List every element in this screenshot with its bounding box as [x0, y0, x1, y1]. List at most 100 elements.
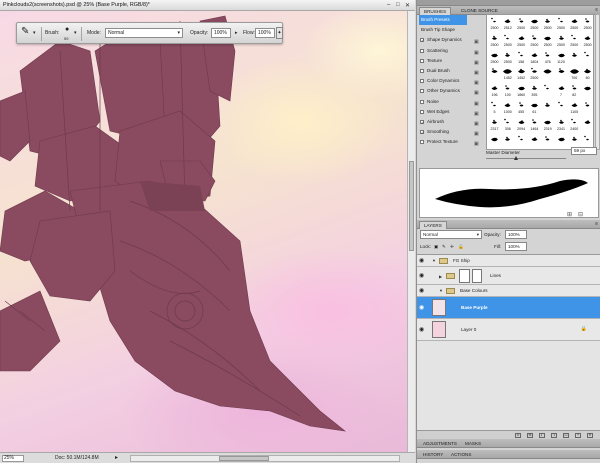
brush-option-item[interactable]: Wet Edges ▣ [419, 107, 481, 117]
brush-preset[interactable] [488, 134, 501, 149]
new-layer-icon[interactable]: + [575, 433, 581, 438]
brush-preset[interactable] [528, 134, 541, 149]
document-title-bar[interactable]: Pinkclouds2(screenshots).psd @ 25% (Base… [0, 0, 415, 11]
mode-select[interactable]: Normal ▾ [105, 28, 183, 38]
brush-preset[interactable]: 2500 [568, 33, 581, 49]
brush-preset[interactable]: 2500 [488, 33, 501, 49]
brush-preset[interactable] [581, 117, 593, 133]
brush-preset[interactable]: 2094 [515, 117, 528, 133]
panel-menu-icon[interactable]: ≡ [595, 7, 598, 13]
new-group-icon[interactable]: ▭ [563, 433, 569, 438]
fill-field[interactable]: 100% [505, 242, 527, 251]
tool-preset-dropdown-icon[interactable]: ▾ [33, 30, 36, 36]
brush-picker-icon[interactable]: ▾ [74, 30, 77, 36]
new-brush-icon[interactable]: ⊞ [567, 212, 572, 218]
brush-preset[interactable]: 1804 [528, 50, 541, 66]
brush-option-item[interactable]: ✓ Shape Dynamics ▣ [419, 35, 481, 45]
lock-icon[interactable]: ▣ [474, 88, 479, 96]
zoom-field[interactable]: 25% [2, 455, 24, 462]
layers-menu-icon[interactable]: ≡ [595, 221, 598, 227]
expand-triangle-icon[interactable]: ▶ [439, 274, 442, 279]
brush-option-item[interactable]: ✓ Smoothing ▣ [419, 127, 481, 137]
checkbox-checked-icon[interactable]: ✓ [420, 119, 424, 124]
brush-preset[interactable]: 1000 [501, 100, 514, 116]
lock-icon[interactable]: ▣ [474, 139, 479, 147]
brush-preset[interactable] [581, 100, 593, 116]
layer-row-base-colours[interactable]: ◉ ▼ Base Colours [417, 285, 600, 297]
lock-image-icon[interactable]: ✎ [442, 242, 446, 251]
brush-preset[interactable]: 2500 [528, 16, 541, 32]
link-layers-icon[interactable]: ∞ [515, 433, 521, 438]
brush-presets-button[interactable]: Brush Presets [419, 15, 467, 26]
brush-preset[interactable]: 2317 [488, 117, 501, 133]
brush-preset[interactable] [541, 66, 554, 82]
brush-preset[interactable]: 60 [581, 66, 593, 82]
layer-style-icon[interactable]: fx [527, 433, 533, 438]
visibility-eye-icon[interactable]: ◉ [419, 273, 427, 279]
brush-preset[interactable]: 1860 [515, 83, 528, 99]
brush-preset[interactable] [555, 100, 568, 116]
tab-brushes[interactable]: BRUSHES [419, 7, 452, 15]
minimize-button[interactable]: – [387, 2, 390, 8]
brush-preset[interactable]: 2500 [488, 16, 501, 32]
brush-preset[interactable]: 395 [528, 83, 541, 99]
lock-icon[interactable]: ▣ [474, 37, 479, 45]
brush-preset[interactable] [555, 134, 568, 149]
adjustment-layer-icon[interactable]: ◑ [551, 433, 557, 438]
brush-preset[interactable]: 2500 [528, 33, 541, 49]
brush-option-item[interactable]: Scattering ▣ [419, 46, 481, 56]
brush-preset[interactable]: 100 [501, 83, 514, 99]
brush-option-item[interactable]: Dual Brush ▣ [419, 66, 481, 76]
maximize-button[interactable]: □ [396, 2, 400, 8]
brush-preset[interactable]: 2500 [581, 33, 593, 49]
brush-preset[interactable] [581, 83, 593, 99]
brush-preset[interactable]: 306 [501, 117, 514, 133]
visibility-eye-icon[interactable]: ◉ [419, 258, 427, 264]
airbrush-toggle-icon[interactable]: ✦ [276, 27, 283, 39]
tab-masks[interactable]: MASKS [461, 440, 485, 448]
layer-row-base-purple[interactable]: ◉ Base Purple [417, 297, 600, 319]
brush-option-item[interactable]: Color Dynamics ▣ [419, 76, 481, 86]
brush-tip-shape-item[interactable]: Brush Tip Shape [419, 25, 481, 35]
checkbox-checked-icon[interactable]: ✓ [420, 130, 424, 135]
brush-preset[interactable]: 2500 [488, 50, 501, 66]
expand-triangle-icon[interactable]: ▼ [432, 258, 436, 263]
opacity-arrow-icon[interactable]: ▸ [235, 30, 238, 36]
brush-preset[interactable]: 196 [488, 83, 501, 99]
brush-preset[interactable]: 2341 [555, 117, 568, 133]
brush-grid-scrollbar[interactable] [595, 14, 600, 150]
brush-preset[interactable]: 1464 [528, 117, 541, 133]
tab-actions[interactable]: ACTIONS [447, 451, 475, 459]
brush-preset[interactable]: 476 [541, 50, 554, 66]
brush-preset[interactable]: 700 [568, 66, 581, 82]
checkbox-icon[interactable] [420, 140, 424, 145]
visibility-eye-icon[interactable]: ◉ [419, 288, 427, 294]
brush-preset[interactable]: 2500 [555, 16, 568, 32]
lock-all-icon[interactable]: 🔒 [458, 242, 464, 251]
master-diameter-slider[interactable] [486, 158, 566, 159]
brush-preset[interactable]: 1120 [555, 50, 568, 66]
tab-history[interactable]: HISTORY [419, 451, 447, 459]
brush-preview-icon[interactable]: ● [65, 26, 69, 33]
brush-preset[interactable]: 2500 [515, 33, 528, 49]
brush-preset[interactable]: 1105 [568, 100, 581, 116]
lock-icon[interactable]: ▣ [474, 99, 479, 107]
brush-preset[interactable]: 2500 [541, 33, 554, 49]
checkbox-icon[interactable] [420, 48, 424, 53]
brush-preset[interactable] [541, 100, 554, 116]
brush-preset[interactable]: 2500 [501, 50, 514, 66]
brush-preset[interactable] [501, 134, 514, 149]
close-button[interactable]: ✕ [405, 2, 410, 9]
brush-preset[interactable]: 2500 [555, 33, 568, 49]
checkbox-icon[interactable] [420, 68, 424, 73]
brush-preset[interactable]: 2500 [541, 16, 554, 32]
checkbox-checked-icon[interactable]: ✓ [420, 38, 424, 43]
lock-icon[interactable]: ▣ [474, 78, 479, 86]
brush-preset[interactable]: 1452 [501, 66, 514, 82]
brush-preset[interactable] [541, 134, 554, 149]
checkbox-icon[interactable] [420, 58, 424, 63]
brush-preset[interactable] [555, 66, 568, 82]
brush-preset[interactable]: 2500 [581, 16, 593, 32]
vertical-scrollbar[interactable] [407, 11, 415, 452]
tab-layers[interactable]: LAYERS [419, 221, 447, 229]
